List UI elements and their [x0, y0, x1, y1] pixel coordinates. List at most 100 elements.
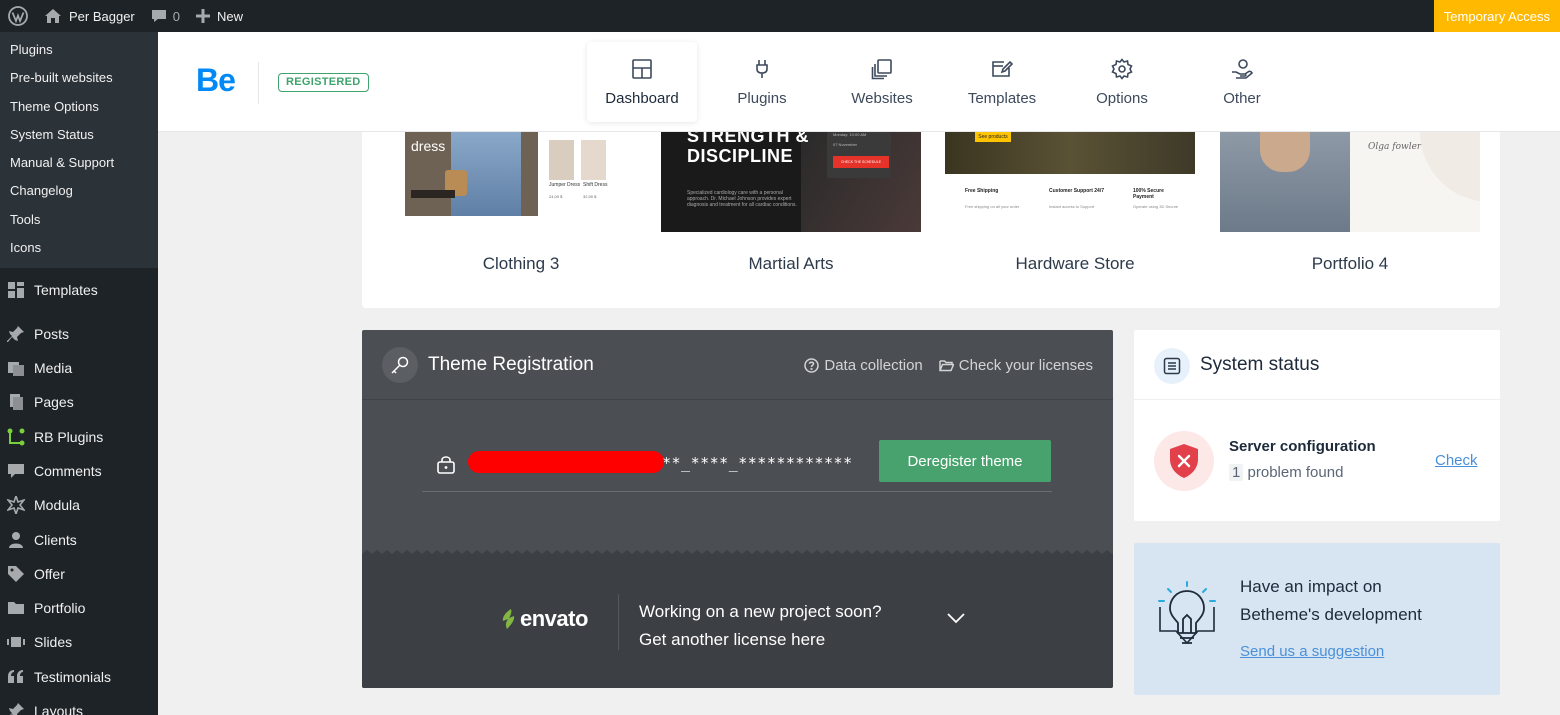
submenu-item-icons[interactable]: Icons: [0, 234, 158, 262]
problem-text: problem found: [1247, 464, 1344, 481]
tab-other[interactable]: Other: [1187, 42, 1297, 122]
sidebar-item-label: Layouts: [34, 703, 84, 715]
promo-line-2: Get another license here: [639, 630, 826, 649]
registration-header: Theme Registration Data collection Check…: [362, 330, 1113, 400]
suggestion-line-2: Betheme's development: [1240, 605, 1422, 624]
thumb-info: Monday: 10:00 AM: [833, 132, 867, 137]
website-item-clothing-3[interactable]: dress Jumper Dress Shift Dress 24,00 $ 3…: [391, 132, 651, 273]
shield-error-icon: [1154, 431, 1214, 491]
envato-wordmark: envato: [520, 606, 588, 631]
website-name[interactable]: Portfolio 4: [1220, 254, 1480, 274]
thumb-heading: STRENGTH &: [687, 132, 809, 146]
sidebar-item-rb-plugins[interactable]: RB Plugins: [0, 420, 158, 454]
sidebar-item-comments[interactable]: Comments: [0, 454, 158, 488]
check-licenses-link[interactable]: Check your licenses: [939, 357, 1093, 374]
submenu-item-tools[interactable]: Tools: [0, 206, 158, 234]
deregister-theme-button[interactable]: Deregister theme: [879, 440, 1051, 482]
data-collection-label: Data collection: [824, 357, 923, 374]
registered-badge: REGISTERED: [278, 73, 369, 92]
thumb-badge: See products: [975, 132, 1011, 142]
product-name: Jumper Dress: [549, 182, 581, 188]
sidebar-item-label: Offer: [34, 565, 65, 582]
product-name: Shift Dress: [583, 182, 608, 188]
tag-icon: [6, 564, 26, 584]
help-circle-icon: [804, 358, 820, 373]
betheme-logo[interactable]: Be: [196, 62, 236, 99]
submenu-item-plugins[interactable]: Plugins: [0, 36, 158, 64]
envato-promo[interactable]: envato Working on a new project soon? Ge…: [362, 558, 1113, 688]
sidebar-item-media[interactable]: Media: [0, 351, 158, 385]
submenu-item-prebuilt-websites[interactable]: Pre-built websites: [0, 64, 158, 92]
license-key-value: **_****_************: [662, 454, 853, 472]
pin-icon: [6, 324, 26, 344]
tab-plugins[interactable]: Plugins: [707, 42, 817, 122]
wordpress-logo-icon[interactable]: [0, 0, 36, 32]
website-item-portfolio-4[interactable]: Olga fowler Portfolio 4: [1220, 132, 1480, 273]
sidebar-item-label: Slides: [34, 634, 73, 651]
sidebar-item-portfolio[interactable]: Portfolio: [0, 591, 158, 625]
folder-icon: [6, 598, 26, 618]
submenu-item-changelog[interactable]: Changelog: [0, 177, 158, 205]
websites-icon: [871, 59, 892, 80]
sidebar-item-testimonials[interactable]: Testimonials: [0, 660, 158, 694]
suggestion-card: Have an impact on Betheme's development …: [1134, 543, 1500, 695]
sidebar-item-templates[interactable]: Templates: [0, 272, 158, 306]
sidebar-item-label: Clients: [34, 531, 77, 548]
thumb-signature: Olga fowler: [1368, 142, 1422, 152]
feature-title: Customer Support 24/7: [1049, 188, 1105, 194]
new-content-link[interactable]: New: [188, 0, 251, 32]
submenu-item-manual-support[interactable]: Manual & Support: [0, 149, 158, 177]
tab-label: Dashboard: [605, 90, 679, 107]
lock-icon: [436, 454, 456, 479]
website-item-hardware-store[interactable]: See products Free Shipping Free shipping…: [945, 132, 1205, 273]
site-name-link[interactable]: Per Bagger: [36, 0, 143, 32]
tab-templates[interactable]: Templates: [947, 42, 1057, 122]
send-suggestion-link[interactable]: Send us a suggestion: [1240, 643, 1384, 660]
check-link[interactable]: Check: [1435, 452, 1478, 469]
envato-logo[interactable]: envato: [500, 606, 588, 632]
pin-icon: [6, 701, 26, 715]
rb-plugins-icon: [6, 427, 26, 447]
chevron-down-icon[interactable]: [946, 612, 966, 624]
website-thumbnail[interactable]: Olga fowler: [1220, 132, 1480, 232]
sidebar-item-posts[interactable]: Posts: [0, 317, 158, 351]
theme-registration-card: Theme Registration Data collection Check…: [362, 330, 1113, 688]
data-collection-link[interactable]: Data collection: [804, 357, 923, 374]
website-thumbnail[interactable]: STRENGTH & DISCIPLINE Specialized cardio…: [661, 132, 921, 232]
temporary-access-button[interactable]: Temporary Access: [1433, 0, 1560, 32]
tab-options[interactable]: Options: [1067, 42, 1177, 122]
sidebar-item-slides[interactable]: Slides: [0, 625, 158, 659]
feature-sub: Instant access to Support: [1049, 204, 1095, 209]
website-name[interactable]: Hardware Store: [945, 254, 1205, 274]
comments-link[interactable]: 0: [143, 0, 188, 32]
thumb-heading: DISCIPLINE: [687, 146, 794, 166]
promo-line-1: Working on a new project soon?: [639, 602, 882, 621]
website-thumbnail[interactable]: See products Free Shipping Free shipping…: [945, 132, 1205, 232]
sidebar-item-label: Modula: [34, 497, 80, 514]
website-thumbnail[interactable]: dress Jumper Dress Shift Dress 24,00 $ 3…: [391, 132, 651, 232]
sidebar-item-clients[interactable]: Clients: [0, 522, 158, 556]
sidebar-item-modula[interactable]: Modula: [0, 488, 158, 522]
promo-text[interactable]: Working on a new project soon? Get anoth…: [639, 598, 882, 654]
suggestion-title: Have an impact on Betheme's development: [1240, 573, 1422, 629]
sidebar-item-layouts[interactable]: Layouts: [0, 694, 158, 715]
sidebar-item-offer[interactable]: Offer: [0, 557, 158, 591]
tab-label: Other: [1223, 90, 1261, 107]
tab-dashboard[interactable]: Dashboard: [587, 42, 697, 122]
header-divider: [258, 62, 259, 104]
registration-links: Data collection Check your licenses: [788, 357, 1093, 374]
site-name: Per Bagger: [69, 8, 135, 24]
website-item-martial-arts[interactable]: STRENGTH & DISCIPLINE Specialized cardio…: [661, 132, 921, 273]
submenu-item-system-status[interactable]: System Status: [0, 121, 158, 149]
sidebar-item-pages[interactable]: Pages: [0, 385, 158, 419]
thumb-cta: CHECK THE SCHEDULE: [833, 156, 889, 168]
submenu-item-theme-options[interactable]: Theme Options: [0, 93, 158, 121]
tab-websites[interactable]: Websites: [827, 42, 937, 122]
plus-icon: [196, 9, 210, 23]
feature-title: 100% Secure Payment: [1133, 188, 1164, 200]
hand-heart-icon: [1232, 59, 1253, 79]
product-price: 24,00 $: [549, 194, 563, 199]
website-name[interactable]: Clothing 3: [391, 254, 651, 274]
feature-title: Free Shipping: [965, 188, 999, 194]
website-name[interactable]: Martial Arts: [661, 254, 921, 274]
